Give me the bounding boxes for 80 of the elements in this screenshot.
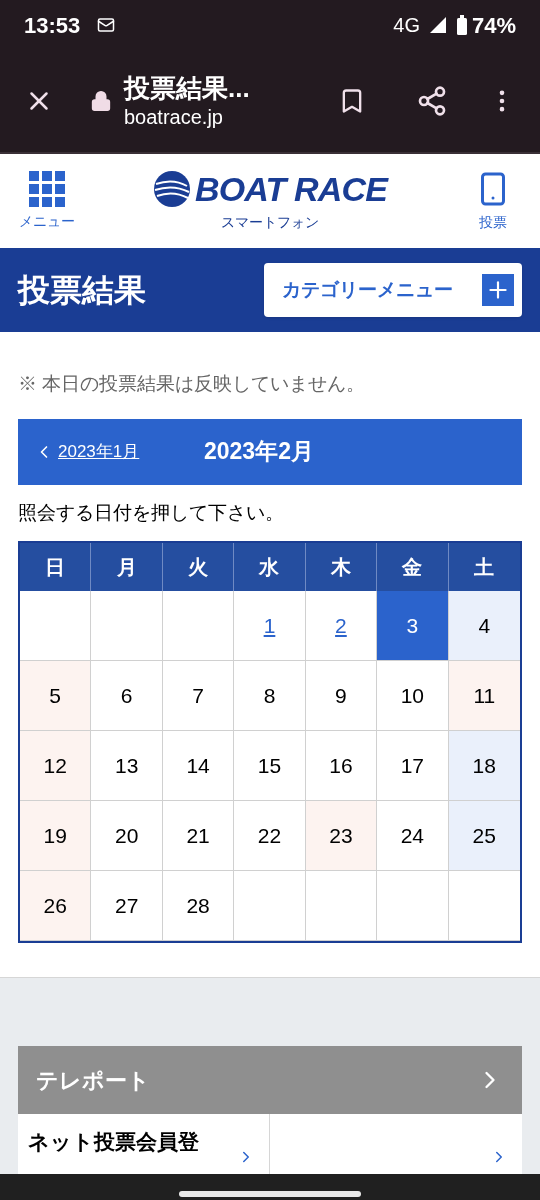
calendar-day[interactable]: 9 (305, 661, 378, 731)
calendar-day[interactable]: 18 (448, 731, 520, 801)
day-link[interactable]: 1 (263, 609, 276, 642)
calendar-day[interactable]: 10 (377, 661, 449, 731)
category-menu-button[interactable]: カテゴリーメニュー (264, 263, 522, 317)
calendar-day[interactable]: 23 (305, 801, 378, 871)
day-number: 10 (400, 682, 425, 709)
calendar-day[interactable]: 11 (448, 661, 520, 731)
calendar-day[interactable]: 1 (234, 591, 306, 661)
day-number: 16 (329, 752, 353, 779)
instruction-text: 照会する日付を押して下さい。 (18, 500, 285, 525)
calendar-day[interactable]: 24 (377, 801, 449, 871)
day-number: 13 (114, 752, 139, 779)
calendar-day[interactable]: 22 (234, 801, 306, 871)
day-number: 22 (257, 822, 282, 849)
calendar-day[interactable]: 19 (20, 801, 92, 871)
day-number: 23 (329, 822, 353, 849)
prev-month-link[interactable]: 2023年1月 (34, 438, 204, 465)
notice-text: ※ 本日の投票結果は反映していません。 (18, 372, 367, 396)
day-number: 26 (43, 892, 67, 919)
day-number: 4 (478, 612, 491, 639)
day-number: 12 (43, 752, 67, 779)
calendar-day[interactable]: 13 (91, 731, 163, 801)
calendar-day[interactable]: 3 (377, 591, 449, 661)
calendar-day[interactable]: 28 (162, 871, 235, 941)
calendar-day[interactable]: 8 (234, 661, 306, 731)
calendar-day[interactable]: 26 (20, 871, 92, 941)
day-number: 14 (186, 752, 210, 779)
day-link[interactable]: 2 (335, 609, 347, 642)
calendar-day[interactable]: 20 (91, 801, 163, 871)
calendar-day[interactable]: 2 (305, 591, 378, 661)
calendar-day[interactable]: 7 (162, 661, 235, 731)
day-number: 25 (472, 822, 496, 849)
day-number: 24 (400, 822, 425, 849)
day-number: 27 (114, 892, 139, 919)
day-number: 15 (257, 752, 282, 779)
day-number: 17 (400, 752, 425, 779)
plus-icon (482, 274, 514, 306)
vote-button[interactable]: 投票 (462, 169, 524, 233)
day-number: 20 (114, 822, 139, 849)
day-number: 8 (263, 682, 276, 709)
boatrace-logo[interactable]: BOAT RACE (153, 169, 387, 208)
day-number: 19 (43, 822, 67, 849)
calendar-day[interactable]: 21 (162, 801, 235, 871)
calendar-day[interactable]: 27 (91, 871, 163, 941)
battery-level: 74% (471, 11, 516, 40)
menu-button[interactable]: メニュー (16, 170, 78, 232)
wave-globe-icon (153, 169, 192, 208)
day-number: 6 (120, 682, 133, 709)
calendar-day[interactable]: 25 (448, 801, 520, 871)
calendar-day[interactable]: 14 (162, 731, 235, 801)
grid-icon (29, 170, 65, 207)
calendar-day[interactable]: 6 (91, 661, 163, 731)
section-title: 投票結果 (18, 271, 146, 310)
day-number: 18 (472, 752, 496, 779)
weekday-header: 土 (473, 555, 496, 580)
battery-icon (455, 15, 468, 35)
day-number: 3 (406, 612, 419, 639)
day-number: 11 (473, 682, 496, 709)
calendar-day[interactable]: 15 (234, 731, 306, 801)
mail-icon (96, 16, 117, 34)
calendar-day[interactable]: 12 (20, 731, 92, 801)
network-type: 4G (393, 13, 420, 38)
day-number: 5 (49, 682, 62, 709)
calendar-day[interactable]: 5 (20, 661, 92, 731)
current-month: 2023年2月 (204, 437, 314, 467)
lock-icon (90, 90, 112, 112)
calendar-day[interactable]: 4 (448, 591, 520, 661)
page-url: boatrace.jp (124, 104, 224, 130)
day-number: 7 (192, 682, 204, 709)
day-number: 21 (186, 822, 210, 849)
page-title: 投票結果... (124, 72, 250, 105)
calendar-day[interactable]: 16 (305, 731, 378, 801)
status-time: 13:53 (24, 11, 81, 40)
day-number: 9 (335, 682, 347, 709)
home-handle[interactable] (179, 1191, 361, 1197)
calendar-day[interactable]: 17 (377, 731, 449, 801)
day-number: 28 (186, 892, 210, 919)
share-icon[interactable] (416, 85, 448, 117)
logo-subtitle: スマートフォン (221, 212, 319, 232)
